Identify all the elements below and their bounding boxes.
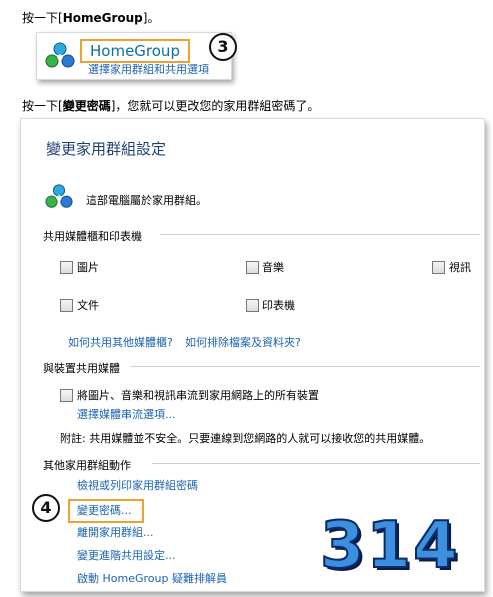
step3-badge: 3 xyxy=(209,33,237,61)
homegroup-icon xyxy=(45,184,73,208)
pictures-checkbox[interactable] xyxy=(60,261,73,274)
videos-label: 視訊 xyxy=(449,261,471,274)
leave-homegroup-link[interactable]: 離開家用群組... xyxy=(77,524,154,540)
device-section-title: 與裝置共用媒體 xyxy=(43,362,120,375)
instruction-step2: 按一下[變更密碼]，您就可以更改您的家用群組密碼了。 xyxy=(22,99,320,113)
stream-label: 將圖片、音樂和視訊串流到家用網路上的所有裝置 xyxy=(77,389,319,402)
exclude-files-link[interactable]: 如何排除檔案及資料夾? xyxy=(185,334,301,350)
music-label: 音樂 xyxy=(262,261,284,274)
watermark-314: 314 xyxy=(319,509,460,583)
membership-text: 這部電腦屬於家用群組。 xyxy=(86,194,207,207)
security-note: 附註: 共用媒體並不安全。只要連線到您網路的人就可以接收您的共用媒體。 xyxy=(60,432,431,445)
homegroup-icon xyxy=(45,42,75,68)
stream-checkbox[interactable] xyxy=(60,389,73,402)
divider xyxy=(160,234,480,235)
videos-checkbox[interactable] xyxy=(432,261,445,274)
stream-options-link[interactable]: 選擇媒體串流選項... xyxy=(77,406,176,422)
page-title: 變更家用群組設定 xyxy=(46,140,167,158)
advanced-sharing-link[interactable]: 變更進階共用設定... xyxy=(77,547,176,563)
tutorial-page: 按一下[HomeGroup]。 HomeGroup 選擇家用群組和共用選項 3 … xyxy=(0,0,493,597)
share-section-title: 共用媒體櫃和印表機 xyxy=(43,230,142,243)
share-other-libraries-link[interactable]: 如何共用其他媒體櫃? xyxy=(68,334,173,350)
homegroup-subtitle-link[interactable]: 選擇家用群組和共用選項 xyxy=(88,61,209,77)
homegroup-link[interactable]: HomeGroup xyxy=(80,39,190,63)
troubleshooter-link[interactable]: 啟動 HomeGroup 疑難排解員 xyxy=(77,570,227,586)
divider xyxy=(152,463,480,464)
change-password-link[interactable]: 變更密碼... xyxy=(77,502,132,518)
other-actions-title: 其他家用群組動作 xyxy=(43,459,131,472)
documents-checkbox[interactable] xyxy=(60,299,73,312)
divider xyxy=(130,366,480,367)
printers-checkbox[interactable] xyxy=(246,299,259,312)
step4-badge: 4 xyxy=(32,494,60,522)
view-print-password-link[interactable]: 檢視或列印家用群組密碼 xyxy=(77,477,198,493)
printers-label: 印表機 xyxy=(262,299,295,312)
pictures-label: 圖片 xyxy=(77,261,99,274)
music-checkbox[interactable] xyxy=(246,261,259,274)
instruction-step1: 按一下[HomeGroup]。 xyxy=(22,11,160,25)
documents-label: 文件 xyxy=(77,299,99,312)
